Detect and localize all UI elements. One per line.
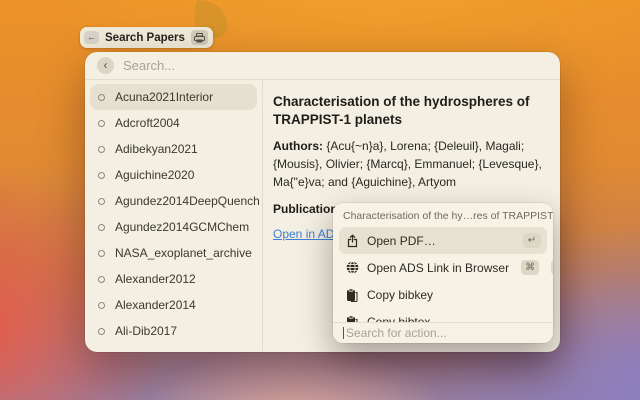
circle-bullet-icon [98, 94, 105, 101]
list-item[interactable]: NASA_exoplanet_archive [90, 240, 257, 266]
list-item[interactable]: Agundez2014GCMChem [90, 214, 257, 240]
action-menu-header: Characterisation of the hy…res of TRAPPI… [333, 203, 553, 225]
globe-icon [345, 261, 359, 275]
list-item[interactable]: Alexander2014 [90, 292, 257, 318]
list-item[interactable]: Agundez2014DeepQuench [90, 188, 257, 214]
printer-icon [191, 30, 208, 45]
action-menu-item[interactable]: Copy bibkey [339, 281, 547, 308]
list-item[interactable]: Alibert2005 [90, 344, 257, 351]
list-item[interactable]: Ali-Dib2017 [90, 318, 257, 344]
action-search-field[interactable]: Search for action... [333, 322, 553, 343]
back-arrow-icon: ← [84, 31, 99, 44]
action-menu-item[interactable]: Open ADS Link in Browser ⌘↵ [339, 254, 547, 281]
shortcut-key-badge: ↵ [523, 233, 541, 248]
circle-bullet-icon [98, 224, 105, 231]
list-item[interactable]: Adibekyan2021 [90, 136, 257, 162]
shortcut-key-badge: ↵ [551, 260, 553, 275]
circle-bullet-icon [98, 198, 105, 205]
circle-bullet-icon [98, 120, 105, 127]
list-item[interactable]: Adcroft2004 [90, 110, 257, 136]
circle-bullet-icon [98, 276, 105, 283]
action-search-input[interactable]: Search for action... [346, 326, 447, 340]
circle-bullet-icon [98, 328, 105, 335]
breadcrumb[interactable]: ← Search Papers [80, 27, 213, 48]
paper-list: Acuna2021Interior Adcroft2004 Adibekyan2… [85, 80, 263, 351]
shortcut-key-badge: ⌘ [521, 260, 539, 275]
circle-bullet-icon [98, 302, 105, 309]
circle-bullet-icon [98, 172, 105, 179]
action-menu-item[interactable]: Open PDF… ↵ [339, 227, 547, 254]
search-bar[interactable]: ‹ Search... [85, 52, 560, 80]
share-icon [345, 234, 359, 248]
action-menu: Characterisation of the hy…res of TRAPPI… [333, 203, 553, 343]
list-item[interactable]: Aguichine2020 [90, 162, 257, 188]
back-button[interactable]: ‹ [97, 57, 114, 74]
paper-authors: Authors: {Acu{~n}a}, Lorena; {Deleuil}, … [273, 137, 544, 191]
search-input[interactable]: Search... [123, 58, 175, 73]
circle-bullet-icon [98, 250, 105, 257]
circle-bullet-icon [98, 146, 105, 153]
text-cursor [343, 327, 344, 339]
list-item[interactable]: Alexander2012 [90, 266, 257, 292]
paper-title: Characterisation of the hydrospheres of … [273, 93, 544, 128]
clipboard-icon [345, 288, 359, 302]
command-title: Search Papers [105, 32, 185, 44]
list-item[interactable]: Acuna2021Interior [90, 84, 257, 110]
